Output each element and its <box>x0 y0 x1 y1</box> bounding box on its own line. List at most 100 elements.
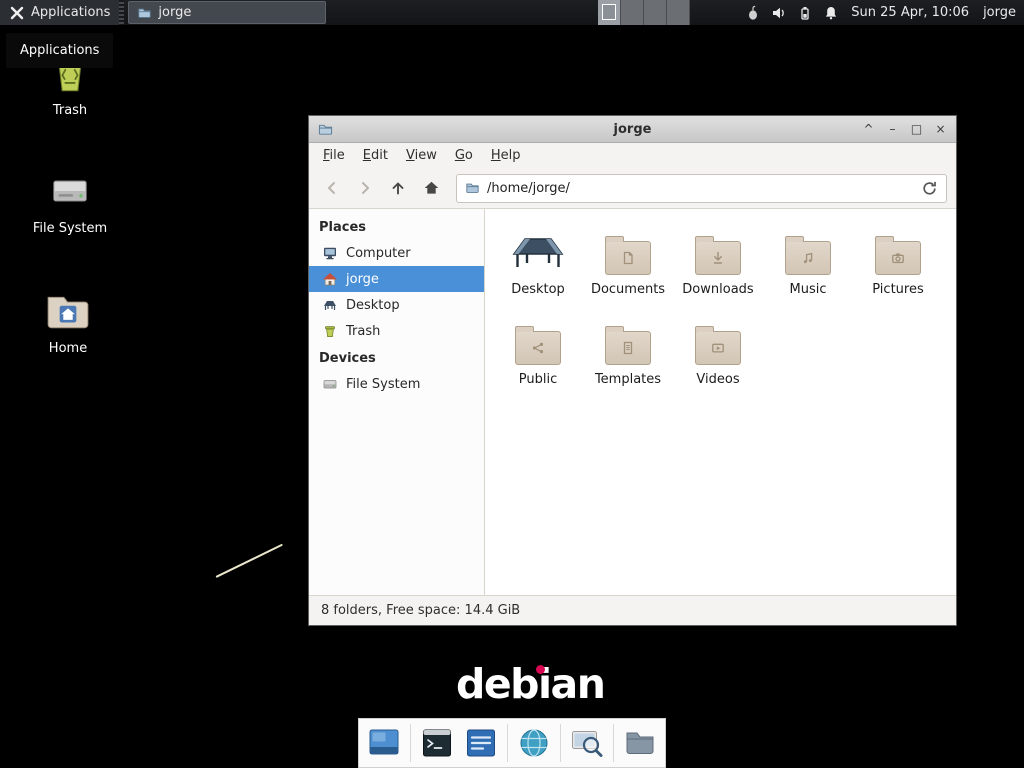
panel-spacer <box>326 0 598 25</box>
desk-icon <box>322 297 338 313</box>
reload-icon[interactable] <box>921 180 938 197</box>
terminal-icon[interactable] <box>419 725 455 761</box>
home-icon <box>422 179 441 197</box>
folder-icon <box>695 241 741 275</box>
trash-icon <box>322 323 338 339</box>
sidebar-item-computer[interactable]: Computer <box>309 240 484 266</box>
sidebar-item-file-system[interactable]: File System <box>309 371 484 397</box>
template-emblem-icon <box>620 340 636 356</box>
dock-panel <box>358 718 666 768</box>
file-item-label: Public <box>519 372 557 387</box>
file-item-music[interactable]: Music <box>763 223 853 297</box>
dock-separator <box>613 724 614 762</box>
file-item-public[interactable]: Public <box>493 313 583 387</box>
battery-icon[interactable] <box>797 5 813 21</box>
toolbar: /home/jorge/ <box>309 168 956 209</box>
desktop-icon-home[interactable]: Home <box>23 288 113 356</box>
file-view[interactable]: Desktop Documents <box>485 209 956 595</box>
file-item-label: Pictures <box>872 282 923 297</box>
shade-button[interactable]: ^ <box>861 122 876 137</box>
sidebar-item-label: File System <box>346 377 420 392</box>
applications-menu-label: Applications <box>31 5 110 20</box>
window-titlebar[interactable]: jorge ^ – □ × <box>309 116 956 143</box>
file-grid: Desktop Documents <box>493 223 948 387</box>
web-browser-icon[interactable] <box>516 725 552 761</box>
window-title: jorge <box>309 122 956 137</box>
file-item-label: Music <box>790 282 827 297</box>
file-item-templates[interactable]: Templates <box>583 313 673 387</box>
sidebar: Places Computer jorge <box>309 209 485 595</box>
video-emblem-icon <box>710 340 726 356</box>
back-button[interactable] <box>318 174 346 202</box>
sidebar-item-desktop[interactable]: Desktop <box>309 292 484 318</box>
file-item-videos[interactable]: Videos <box>673 313 763 387</box>
debian-logo: debian <box>456 660 604 708</box>
dock-separator <box>507 724 508 762</box>
statusbar: 8 folders, Free space: 14.4 GiB <box>309 595 956 625</box>
folder-icon <box>875 241 921 275</box>
minimize-button[interactable]: – <box>885 122 900 137</box>
file-item-desktop[interactable]: Desktop <box>493 223 583 297</box>
menu-edit[interactable]: Edit <box>354 144 397 167</box>
status-text: 8 folders, Free space: 14.4 GiB <box>321 603 520 618</box>
location-folder-icon <box>465 181 480 195</box>
desktop-scribble-mark <box>216 544 283 578</box>
file-item-downloads[interactable]: Downloads <box>673 223 763 297</box>
close-button[interactable]: × <box>933 122 948 137</box>
applications-menu-button[interactable]: Applications <box>0 0 119 25</box>
workspace-2[interactable] <box>621 0 644 25</box>
document-emblem-icon <box>620 250 636 266</box>
file-item-label: Templates <box>595 372 661 387</box>
menu-go[interactable]: Go <box>446 144 482 167</box>
screenshot-tool-icon[interactable] <box>569 725 605 761</box>
file-item-pictures[interactable]: Pictures <box>853 223 943 297</box>
file-manager-icon[interactable] <box>622 725 658 761</box>
up-button[interactable] <box>384 174 412 202</box>
file-item-label: Downloads <box>682 282 753 297</box>
location-path[interactable]: /home/jorge/ <box>487 181 914 196</box>
desktop-icon-label: Trash <box>53 103 87 118</box>
settings-editor-icon[interactable] <box>463 725 499 761</box>
panel-clock[interactable]: Sun 25 Apr, 10:06 <box>851 0 969 25</box>
desktop-icon-label: File System <box>33 221 107 236</box>
file-manager-window: jorge ^ – □ × File Edit View Go Help <box>308 115 957 626</box>
maximize-button[interactable]: □ <box>909 122 924 137</box>
folder-icon <box>785 241 831 275</box>
notification-bell-icon[interactable] <box>823 5 839 21</box>
folder-icon <box>137 6 152 20</box>
panel-user-menu[interactable]: jorge <box>983 0 1016 25</box>
drive-icon <box>47 168 93 214</box>
volume-icon[interactable] <box>771 5 787 21</box>
taskbar-window-label: jorge <box>158 5 191 20</box>
workspace-1[interactable] <box>598 0 621 25</box>
menubar: File Edit View Go Help <box>309 143 956 168</box>
menu-help[interactable]: Help <box>482 144 530 167</box>
home-icon <box>322 271 338 287</box>
workspace-4[interactable] <box>667 0 690 25</box>
file-item-documents[interactable]: Documents <box>583 223 673 297</box>
top-panel: Applications jorge <box>0 0 1024 25</box>
desktop-icon-file-system[interactable]: File System <box>25 168 115 236</box>
workspace-3[interactable] <box>644 0 667 25</box>
music-emblem-icon <box>800 250 816 266</box>
window-controls: ^ – □ × <box>861 122 948 137</box>
applications-tooltip: Applications <box>6 33 113 68</box>
folder-icon <box>605 241 651 275</box>
folder-icon <box>605 331 651 365</box>
sidebar-item-jorge[interactable]: jorge <box>309 266 484 292</box>
sidebar-item-trash[interactable]: Trash <box>309 318 484 344</box>
location-bar[interactable]: /home/jorge/ <box>456 174 947 203</box>
menu-view[interactable]: View <box>397 144 446 167</box>
menu-file[interactable]: File <box>314 144 354 167</box>
home-button[interactable] <box>417 174 445 202</box>
share-emblem-icon <box>530 340 546 356</box>
taskbar-window-button[interactable]: jorge <box>128 1 326 24</box>
workspace-pager[interactable] <box>598 0 690 25</box>
mouse-status-icon[interactable] <box>745 5 761 21</box>
desktop-settings-icon[interactable] <box>366 725 402 761</box>
panel-separator <box>119 0 124 25</box>
home-folder-icon <box>44 288 92 334</box>
places-header: Places <box>309 213 484 240</box>
file-item-label: Documents <box>591 282 665 297</box>
forward-button[interactable] <box>351 174 379 202</box>
